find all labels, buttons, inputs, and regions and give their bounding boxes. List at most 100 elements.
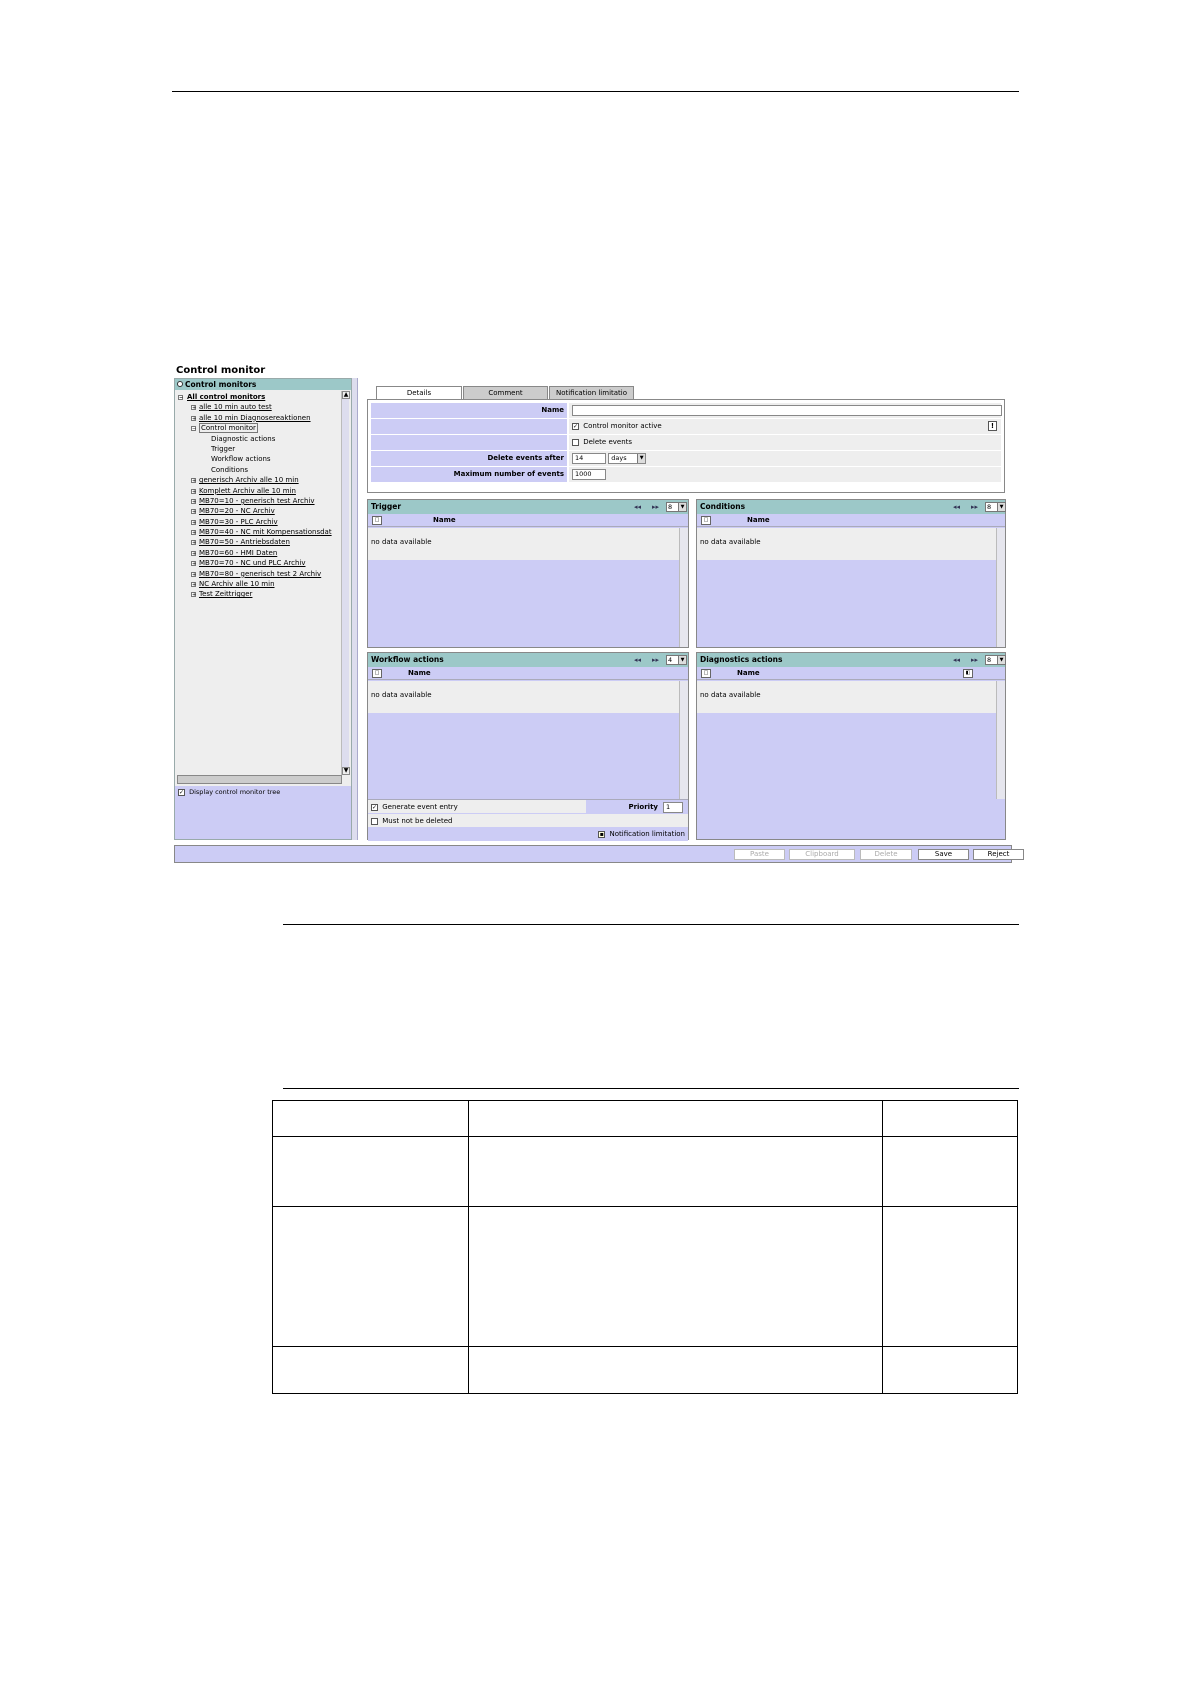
info-icon[interactable]: !	[988, 421, 997, 431]
tree-item-monitor[interactable]: + alle 10 min Diagnosereaktionen	[177, 413, 337, 423]
table-cell	[468, 1346, 883, 1394]
next-page-icon[interactable]: ▸▸	[652, 500, 659, 514]
conditions-page-size-select[interactable]: 8 ▼	[985, 502, 1006, 512]
diagnostics-scrollbar[interactable]	[996, 681, 1005, 799]
tree-expander-icon[interactable]: +	[191, 550, 196, 556]
tree-expander-icon[interactable]: −	[178, 395, 183, 401]
tree-item-label: MB70=50 - Antriebsdaten	[199, 538, 290, 547]
notification-limitation-row: ▪ Notification limitation	[368, 827, 688, 841]
tree-expander-icon[interactable]: +	[191, 498, 196, 504]
save-button[interactable]: Save	[918, 849, 969, 860]
next-page-icon[interactable]: ▸▸	[971, 500, 978, 514]
next-page-icon[interactable]: ▸▸	[652, 653, 659, 667]
export-icon[interactable]: ◧	[963, 669, 973, 678]
workflow-scrollbar[interactable]	[679, 681, 688, 799]
tree-item-monitor[interactable]: + NC Archiv alle 10 min	[177, 579, 337, 589]
tree-item-monitor[interactable]: + MB70=80 - generisch test 2 Archiv	[177, 569, 337, 579]
tree-expander-icon[interactable]: +	[191, 478, 196, 484]
trigger-page-size-select[interactable]: 8 ▼	[666, 502, 687, 512]
new-document-icon[interactable]: □	[372, 669, 382, 678]
conditions-scrollbar[interactable]	[996, 528, 1005, 647]
new-document-icon[interactable]: □	[701, 669, 711, 678]
sidebar-vertical-scrollbar[interactable]: ▲ ▼	[341, 391, 350, 775]
tree-root[interactable]: − All control monitors	[177, 392, 337, 402]
delete-after-row: Delete events after 14 days ▼	[371, 451, 1001, 466]
trigger-column-header: □ Name	[368, 514, 688, 527]
clipboard-button[interactable]: Clipboard	[789, 849, 855, 860]
first-page-icon[interactable]: ◂◂	[953, 653, 960, 667]
tree-item-child[interactable]: Workflow actions	[177, 454, 337, 464]
next-page-icon[interactable]: ▸▸	[971, 653, 978, 667]
tree-expander-icon[interactable]: +	[191, 592, 196, 598]
priority-select[interactable]: 1	[663, 802, 683, 813]
tree-expander-icon[interactable]: +	[191, 540, 196, 546]
tree-item-monitor[interactable]: + MB70=10 - generisch test Archiv	[177, 496, 337, 506]
tree-item-monitor[interactable]: + alle 10 min auto test	[177, 402, 337, 412]
tree-expander-icon[interactable]: −	[191, 426, 196, 432]
scroll-up-icon[interactable]: ▲	[342, 391, 350, 399]
tree-item-monitor[interactable]: + MB70=70 - NC und PLC Archiv	[177, 558, 337, 568]
tree-item-child[interactable]: Trigger	[177, 444, 337, 454]
tree-item-monitor[interactable]: + Komplett Archiv alle 10 min	[177, 486, 337, 496]
diagnostics-page-size-select[interactable]: 8 ▼	[985, 655, 1006, 665]
reject-button[interactable]: Reject	[973, 849, 1024, 860]
table-row	[272, 1136, 1018, 1207]
delete-after-unit-select[interactable]: days ▼	[608, 452, 647, 464]
tree-item-child[interactable]: Diagnostic actions	[177, 434, 337, 444]
delete-button[interactable]: Delete	[860, 849, 912, 860]
new-document-icon[interactable]: □	[372, 516, 382, 525]
pane-splitter[interactable]	[352, 378, 358, 840]
notification-limitation-label[interactable]: Notification limitation	[610, 830, 686, 838]
generate-event-checkbox[interactable]: ✓	[371, 803, 378, 811]
tree-item-monitor[interactable]: + MB70=20 - NC Archiv	[177, 506, 337, 516]
max-events-input[interactable]: 1000	[572, 468, 606, 480]
first-page-icon[interactable]: ◂◂	[634, 500, 641, 514]
tree-expander-icon[interactable]: +	[191, 571, 196, 577]
first-page-icon[interactable]: ◂◂	[634, 653, 641, 667]
paste-button[interactable]: Paste	[734, 849, 785, 860]
tree-expander-icon[interactable]: +	[191, 519, 196, 525]
tab-notification-limitation[interactable]: Notification limitatio	[549, 386, 634, 399]
document-table	[272, 1100, 1018, 1394]
sidebar-header[interactable]: Control monitors	[175, 379, 351, 390]
tree-item-monitor[interactable]: + Test Zeittrigger	[177, 589, 337, 599]
sidebar: Control monitors − All control monitors …	[174, 378, 352, 840]
tree-item-label: Workflow actions	[211, 455, 271, 464]
tree-item-child[interactable]: Conditions	[177, 465, 337, 475]
tree-item-monitor[interactable]: − Control monitor	[177, 423, 337, 434]
display-tree-checkbox[interactable]: ✓	[178, 788, 185, 796]
tree-item-monitor[interactable]: + generisch Archiv alle 10 min	[177, 475, 337, 485]
tree-expander-icon[interactable]: +	[191, 415, 196, 421]
refresh-icon[interactable]	[177, 381, 183, 387]
tree-item-monitor[interactable]: + MB70=30 - PLC Archiv	[177, 517, 337, 527]
max-events-row: Maximum number of events 1000	[371, 467, 1001, 482]
trigger-scrollbar[interactable]	[679, 528, 688, 647]
delete-after-input[interactable]: 14	[572, 452, 606, 464]
new-document-icon[interactable]: □	[701, 516, 711, 525]
tree-item-monitor[interactable]: + MB70=60 - HMI Daten	[177, 548, 337, 558]
tree-item-monitor[interactable]: + MB70=40 - NC mit Kompensationsdat	[177, 527, 337, 537]
tree-expander-icon[interactable]: +	[191, 561, 196, 567]
tab-comment[interactable]: Comment	[463, 386, 548, 399]
conditions-empty-message: no data available	[697, 528, 996, 560]
scroll-down-icon[interactable]: ▼	[342, 767, 350, 775]
table-cell	[272, 1346, 469, 1394]
tree-expander-icon[interactable]: +	[191, 530, 196, 536]
tab-details[interactable]: Details	[376, 386, 462, 400]
control-monitor-active-checkbox[interactable]: ✓	[572, 422, 579, 430]
workflow-page-size-select[interactable]: 4 ▼	[666, 655, 687, 665]
name-input[interactable]	[572, 404, 1002, 416]
tree-expander-icon[interactable]: +	[191, 582, 196, 588]
tree-item-label: Conditions	[211, 465, 249, 474]
tree-expander-icon[interactable]: +	[191, 488, 196, 494]
tree-expander-icon[interactable]: +	[191, 509, 196, 515]
sidebar-horizontal-scrollbar[interactable]	[177, 775, 342, 784]
must-not-delete-checkbox[interactable]	[371, 817, 378, 825]
active-row: ✓ Control monitor active !	[371, 419, 1001, 434]
delete-events-checkbox[interactable]	[572, 438, 579, 446]
first-page-icon[interactable]: ◂◂	[953, 500, 960, 514]
tree-expander-icon[interactable]: +	[191, 405, 196, 411]
notification-limitation-icon[interactable]: ▪	[598, 830, 606, 838]
tree-item-monitor[interactable]: + MB70=50 - Antriebsdaten	[177, 537, 337, 547]
table-cell	[882, 1206, 1018, 1347]
